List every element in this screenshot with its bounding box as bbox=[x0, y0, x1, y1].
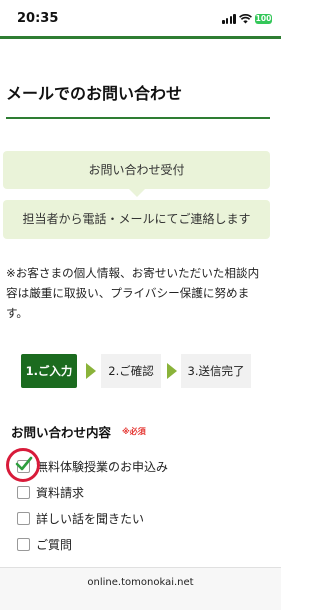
privacy-note-line: 容は厳重に取扱い、プライバシー保護に努めま bbox=[6, 286, 250, 300]
cellular-signal-icon bbox=[222, 14, 236, 24]
down-arrow-icon bbox=[129, 189, 145, 197]
title-underline bbox=[6, 117, 270, 119]
step-complete: 3.送信完了 bbox=[181, 354, 251, 388]
status-time: 20:35 bbox=[17, 11, 59, 26]
contact-notice-banner: 担当者から電話・メールにてご連絡します bbox=[3, 200, 270, 239]
option-label: ご質問 bbox=[36, 538, 73, 552]
step-arrow-icon bbox=[86, 363, 96, 379]
header-divider bbox=[0, 36, 281, 39]
browser-url[interactable]: online.tomonokai.net bbox=[0, 577, 281, 588]
checkbox[interactable] bbox=[17, 512, 30, 525]
highlight-circle bbox=[6, 448, 40, 482]
privacy-note-line: す。 bbox=[6, 306, 29, 320]
browser-bottom-bar bbox=[0, 567, 281, 610]
privacy-note-line: ※お客さまの個人情報、お寄せいただいた相談内 bbox=[6, 266, 260, 280]
status-bar: 20:35 100 bbox=[0, 0, 281, 34]
option-label: 資料請求 bbox=[36, 486, 85, 500]
step-input: 1.ご入力 bbox=[21, 354, 77, 388]
inquiry-section-title: お問い合わせ内容 bbox=[11, 425, 112, 440]
privacy-note: ※お客さまの個人情報、お寄せいただいた相談内 容は厳重に取扱い、プライバシー保護… bbox=[6, 263, 274, 323]
option-label: 詳しい話を聞きたい bbox=[36, 512, 145, 526]
inquiry-received-banner: お問い合わせ受付 bbox=[3, 151, 270, 189]
wifi-icon bbox=[239, 13, 252, 24]
checkbox[interactable] bbox=[17, 486, 30, 499]
option-label: 無料体験授業のお申込み bbox=[36, 460, 169, 474]
step-arrow-icon bbox=[167, 363, 177, 379]
battery-icon: 100 bbox=[255, 14, 272, 24]
checkbox[interactable] bbox=[17, 538, 30, 551]
page-title: メールでのお問い合わせ bbox=[6, 84, 183, 103]
step-confirm: 2.ご確認 bbox=[101, 354, 161, 388]
required-badge: ※必須 bbox=[122, 427, 146, 436]
